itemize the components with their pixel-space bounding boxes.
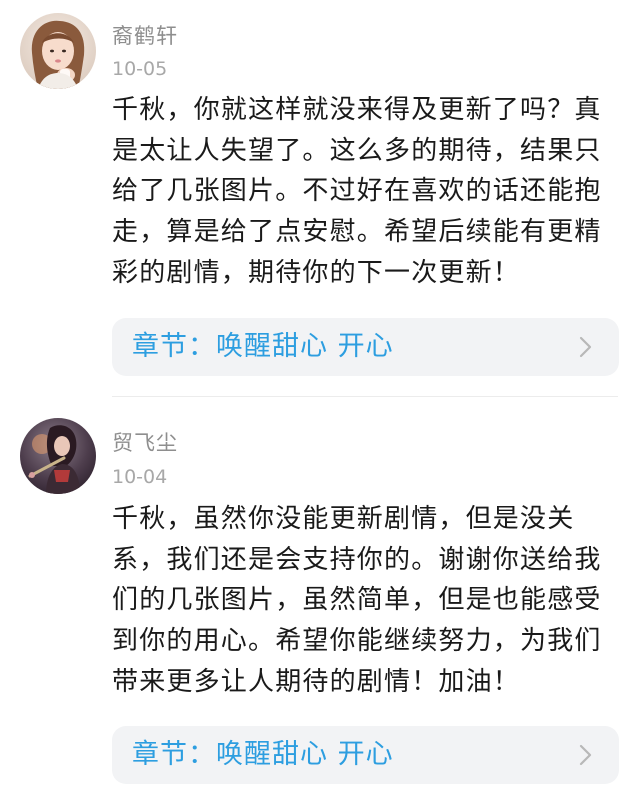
- comment-text: 千秋，虽然你没能更新剧情，但是没关系，我们还是会支持你的。谢谢你送给我们的几张图…: [112, 504, 602, 697]
- comment-date: 10-04: [112, 466, 168, 488]
- chapter-label: 章节：唤醒甜心 开心: [132, 739, 394, 770]
- user-avatar[interactable]: [20, 13, 96, 89]
- avatar-girl-photo-icon: [20, 13, 96, 89]
- comment-date: 10-05: [112, 58, 168, 80]
- chevron-right-icon: [573, 335, 597, 359]
- username[interactable]: 贸飞尘: [112, 429, 178, 457]
- chapter-link-card[interactable]: 章节：唤醒甜心 开心: [112, 726, 619, 784]
- avatar-game-character-icon: [20, 418, 96, 494]
- user-avatar[interactable]: [20, 418, 96, 494]
- chapter-link-card[interactable]: 章节：唤醒甜心 开心: [112, 318, 619, 376]
- username[interactable]: 裔鹤轩: [112, 22, 178, 50]
- chevron-right-icon: [573, 743, 597, 767]
- chapter-label: 章节：唤醒甜心 开心: [132, 331, 394, 362]
- comment-divider: [112, 396, 618, 397]
- comment-text: 千秋，你就这样就没来得及更新了吗？真是太让人失望了。这么多的期待，结果只给了几张…: [112, 95, 602, 288]
